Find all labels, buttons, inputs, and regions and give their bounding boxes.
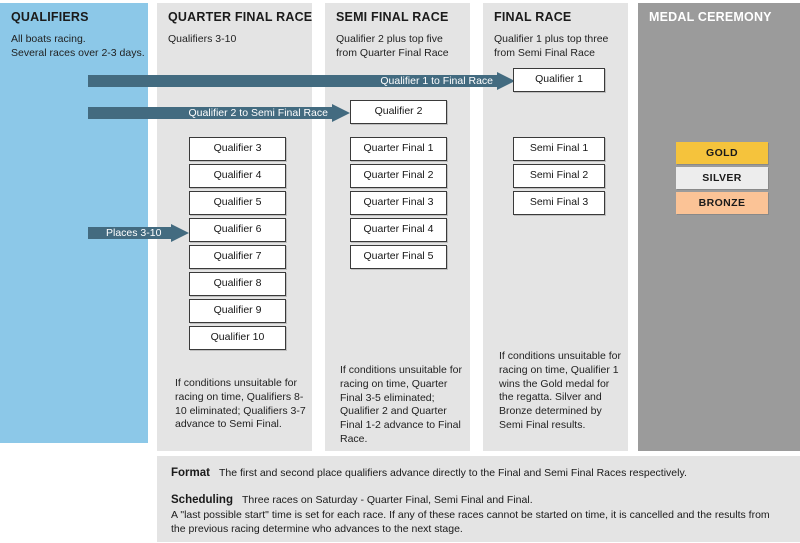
scheduling-detail: A "last possible start" time is set for … xyxy=(171,508,770,536)
arrow-label-qualifier2-to-semi-final: Qualifier 2 to Semi Final Race xyxy=(188,107,328,119)
race-box[interactable]: Qualifier 4 xyxy=(189,164,286,188)
race-box[interactable]: Quarter Final 3 xyxy=(350,191,447,215)
race-box[interactable]: Qualifier 6 xyxy=(189,218,286,242)
race-box[interactable]: Qualifier 5 xyxy=(189,191,286,215)
medal-bronze[interactable]: BRONZE xyxy=(676,192,768,214)
scheduling-row: Scheduling Three races on Saturday - Quar… xyxy=(171,493,786,536)
arrow-label-qualifier1-to-final: Qualifier 1 to Final Race xyxy=(380,75,493,87)
scheduling-text: Three races on Saturday - Quarter Final,… xyxy=(241,494,533,507)
arrow-qualifier1-to-final: Qualifier 1 to Final Race xyxy=(88,72,515,90)
column-title-semi-final: SEMI FINAL RACE xyxy=(336,10,449,24)
arrow-label-places-3-10: Places 3-10 xyxy=(106,227,162,239)
box-list-semi-final-entrants: Quarter Final 1 Quarter Final 2 Quarter Fi… xyxy=(350,137,447,272)
diagram-canvas: QUALIFIERS All boats racing. Several rac… xyxy=(0,0,800,543)
column-subtitle-semi-final: Qualifier 2 plus top five from Quarter F… xyxy=(336,33,449,59)
box-seeded-final: Qualifier 1 xyxy=(513,68,605,95)
column-title-qualifiers: QUALIFIERS xyxy=(11,10,89,24)
note-final-race: If conditions unsuitable for racing on t… xyxy=(499,350,621,431)
race-box[interactable]: Quarter Final 2 xyxy=(350,164,447,188)
race-box[interactable]: Qualifier 3 xyxy=(189,137,286,161)
scheduling-heading: Scheduling xyxy=(171,494,233,507)
format-text: The first and second place qualifiers ad… xyxy=(218,467,687,479)
note-semi-final: If conditions unsuitable for racing on t… xyxy=(340,364,462,445)
medal-list: GOLD SILVER BRONZE xyxy=(676,142,768,217)
format-row: Format The first and second place qualifi… xyxy=(171,466,786,480)
medal-silver[interactable]: SILVER xyxy=(676,167,768,189)
format-heading: Format xyxy=(171,467,210,479)
race-box[interactable]: Qualifier 8 xyxy=(189,272,286,296)
race-box[interactable]: Quarter Final 1 xyxy=(350,137,447,161)
note-quarter-final: If conditions unsuitable for racing on t… xyxy=(175,377,306,431)
race-box[interactable]: Qualifier 10 xyxy=(189,326,286,350)
medal-gold[interactable]: GOLD xyxy=(676,142,768,164)
race-box[interactable]: Qualifier 9 xyxy=(189,299,286,323)
race-box-qualifier-1[interactable]: Qualifier 1 xyxy=(513,68,605,92)
race-box[interactable]: Semi Final 1 xyxy=(513,137,605,161)
race-box[interactable]: Semi Final 3 xyxy=(513,191,605,215)
race-box[interactable]: Quarter Final 4 xyxy=(350,218,447,242)
race-box[interactable]: Qualifier 7 xyxy=(189,245,286,269)
column-subtitle-quarter-final: Qualifiers 3-10 xyxy=(168,33,237,45)
box-list-quarter-final-entrants: Qualifier 3 Qualifier 4 Qualifier 5 Qualifi… xyxy=(189,137,286,353)
arrow-places-3-10: Places 3-10 xyxy=(88,224,189,242)
race-box-qualifier-2[interactable]: Qualifier 2 xyxy=(350,100,447,124)
column-medal-ceremony: MEDAL CEREMONY xyxy=(638,3,800,451)
column-title-quarter-final: QUARTER FINAL RACE xyxy=(168,10,313,24)
bottom-info-panel: Format The first and second place qualifi… xyxy=(157,456,800,542)
arrow-qualifier2-to-semi-final: Qualifier 2 to Semi Final Race xyxy=(88,104,350,122)
column-subtitle-final-race: Qualifier 1 plus top three from Semi Fin… xyxy=(494,33,609,59)
column-title-medal-ceremony: MEDAL CEREMONY xyxy=(649,10,772,24)
race-box[interactable]: Quarter Final 5 xyxy=(350,245,447,269)
column-subtitle-qualifiers: All boats racing. Several races over 2-3… xyxy=(11,33,145,59)
column-qualifiers: QUALIFIERS All boats racing. Several rac… xyxy=(0,3,148,443)
box-seeded-semi-final: Qualifier 2 xyxy=(350,100,447,127)
race-box[interactable]: Semi Final 2 xyxy=(513,164,605,188)
column-title-final-race: FINAL RACE xyxy=(494,10,572,24)
box-list-final-entrants: Semi Final 1 Semi Final 2 Semi Final 3 xyxy=(513,137,605,218)
